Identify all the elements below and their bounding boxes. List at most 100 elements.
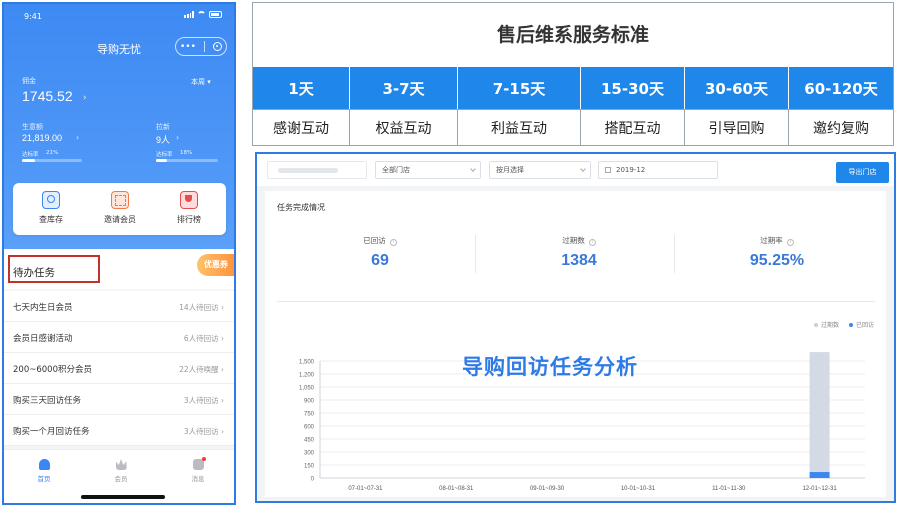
sales-rate-text: 21% (46, 150, 59, 156)
action-cell: 搭配互动 (580, 109, 684, 146)
quick-actions-card: 查库存 邀请会员 排行榜 (13, 183, 226, 235)
todo-list: 七天内生日会员 14人待回访 › 会员日感谢活动 6人待回访 › 200~600… (4, 291, 234, 446)
action-cell: 感谢互动 (253, 109, 349, 146)
date-picker[interactable]: 2019-12 (598, 161, 718, 179)
new-rate-fill (156, 159, 168, 162)
y-tick-label: 1,050 (299, 386, 315, 392)
action-cell: 权益互动 (349, 109, 457, 146)
y-tick-label: 600 (304, 425, 315, 431)
service-action-row: 感谢互动 权益互动 利益互动 搭配互动 引导回购 邀约复购 (253, 109, 893, 146)
list-item[interactable]: 七天内生日会员 14人待回访 › (4, 291, 234, 322)
todo-meta: 22人待唤醒 › (179, 365, 224, 374)
period-select[interactable]: 本周 ▾ (191, 77, 211, 87)
trophy-icon (180, 191, 198, 209)
new-rate-bar (156, 159, 218, 162)
todo-name: 购买三天回访任务 (13, 396, 82, 406)
bar-visited (809, 472, 830, 478)
home-indicator (81, 495, 165, 499)
crown-icon (115, 459, 127, 470)
quick-action-label: 排行榜 (177, 215, 201, 224)
chevron-down-icon (470, 166, 476, 172)
tab-messages[interactable]: 消息 (178, 457, 218, 483)
action-cell: 利益互动 (457, 109, 580, 146)
commission-value[interactable]: 1745.52 (22, 88, 73, 104)
task-dashboard: 全部门店 按月选择 2019-12 导出门店 任务完成情况 已回访 i 69 过期… (255, 152, 896, 503)
sales-rate-fill (22, 159, 35, 162)
sales-label: 生意额 (22, 123, 43, 131)
home-icon (38, 459, 50, 470)
todo-meta: 3人待回访 › (183, 427, 224, 436)
status-bar: 9:41 (4, 4, 234, 26)
more-icon[interactable]: ••• (180, 42, 196, 52)
service-period-row: 1天 3-7天 7-15天 15-30天 30-60天 60-120天 (253, 67, 893, 109)
battery-icon (209, 11, 222, 18)
tab-label: 首页 (37, 475, 51, 483)
message-icon (192, 457, 206, 470)
task-completion-panel: 任务完成情况 已回访 i 69 过期数 i 1384 过期率 i 95.25% 过期数… (265, 191, 886, 497)
commission-arrow-icon[interactable]: › (83, 93, 87, 103)
todo-name: 200~6000积分会员 (13, 365, 92, 375)
status-time: 9:41 (24, 12, 42, 21)
sales-value[interactable]: 21,819.00 (22, 133, 62, 143)
qr-code-icon (111, 191, 129, 209)
mini-program-capsule[interactable]: ••• (175, 37, 227, 56)
x-tick-label: 10-01~10-31 (621, 486, 656, 492)
action-cell: 邀约复购 (788, 109, 893, 146)
list-item[interactable]: 200~6000积分会员 22人待唤醒 › (4, 353, 234, 384)
period-cell: 3-7天 (349, 67, 457, 109)
calendar-icon (605, 167, 611, 173)
date-value: 2019-12 (616, 166, 646, 174)
y-tick-label: 450 (304, 438, 315, 444)
signal-icon (184, 11, 194, 18)
close-target-icon[interactable] (212, 42, 222, 51)
quick-action-label: 查库存 (39, 215, 63, 224)
mode-select[interactable]: 按月选择 (489, 161, 591, 179)
todo-header: 待办任务 优惠券 (4, 249, 234, 289)
tab-members[interactable]: 会员 (101, 459, 141, 483)
sales-rate-bar (22, 159, 82, 162)
capsule-divider (203, 41, 205, 52)
analysis-overlay-title: 导购回访任务分析 (462, 355, 638, 379)
list-item[interactable]: 购买三天回访任务 3人待回访 › (4, 384, 234, 415)
period-cell: 7-15天 (457, 67, 580, 109)
x-tick-label: 11-01~11-30 (712, 486, 746, 492)
phone-app-mockup: 9:41 导购无忧 ••• 佣金 1745.52 › 本周 ▾ 生意额 21,8… (2, 2, 236, 505)
service-title: 售后维系服务标准 (496, 24, 649, 46)
bar-expired (809, 352, 830, 473)
sales-arrow-icon[interactable]: › (76, 133, 79, 142)
quick-action-inventory[interactable]: 查库存 (21, 191, 81, 225)
y-tick-label: 150 (304, 464, 315, 470)
inventory-search-icon (42, 191, 60, 209)
quick-action-invite[interactable]: 邀请会员 (90, 191, 150, 225)
todo-meta: 14人待回访 › (179, 303, 224, 312)
y-tick-label: 1,200 (299, 373, 315, 379)
new-rate-label: 达标率 (156, 152, 173, 158)
list-item[interactable]: 购买一个月回访任务 3人待回访 › (4, 415, 234, 446)
x-tick-label: 09-01~09-30 (530, 486, 565, 492)
action-cell: 引导回购 (684, 109, 788, 146)
period-cell: 1天 (253, 67, 349, 109)
new-members-value[interactable]: 9人 (156, 133, 170, 146)
period-cell: 30-60天 (684, 67, 788, 109)
mode-select-value: 按月选择 (496, 166, 524, 174)
todo-meta: 6人待回访 › (183, 334, 224, 343)
export-button[interactable]: 导出门店 (836, 162, 889, 183)
new-members-arrow-icon[interactable]: › (176, 133, 179, 142)
filter-bar: 全部门店 按月选择 2019-12 导出门店 (257, 154, 894, 186)
quick-action-ranking[interactable]: 排行榜 (159, 191, 219, 225)
blurred-select[interactable] (267, 161, 367, 179)
y-tick-label: 750 (304, 412, 315, 418)
chevron-down-icon (580, 166, 586, 172)
y-tick-label: 900 (304, 399, 315, 405)
period-cell: 60-120天 (788, 67, 893, 109)
period-cell: 15-30天 (580, 67, 684, 109)
store-select[interactable]: 全部门店 (375, 161, 481, 179)
y-tick-label: 300 (304, 451, 315, 457)
coupon-badge[interactable]: 优惠券 (197, 254, 234, 276)
x-tick-label: 08-01~08-31 (439, 486, 474, 492)
tab-home[interactable]: 首页 (24, 459, 64, 483)
list-item[interactable]: 会员日感谢活动 6人待回访 › (4, 322, 234, 353)
sales-rate-label: 达标率 (22, 152, 39, 158)
tab-label: 消息 (191, 475, 205, 483)
x-tick-label: 12-01~12-31 (802, 486, 837, 492)
